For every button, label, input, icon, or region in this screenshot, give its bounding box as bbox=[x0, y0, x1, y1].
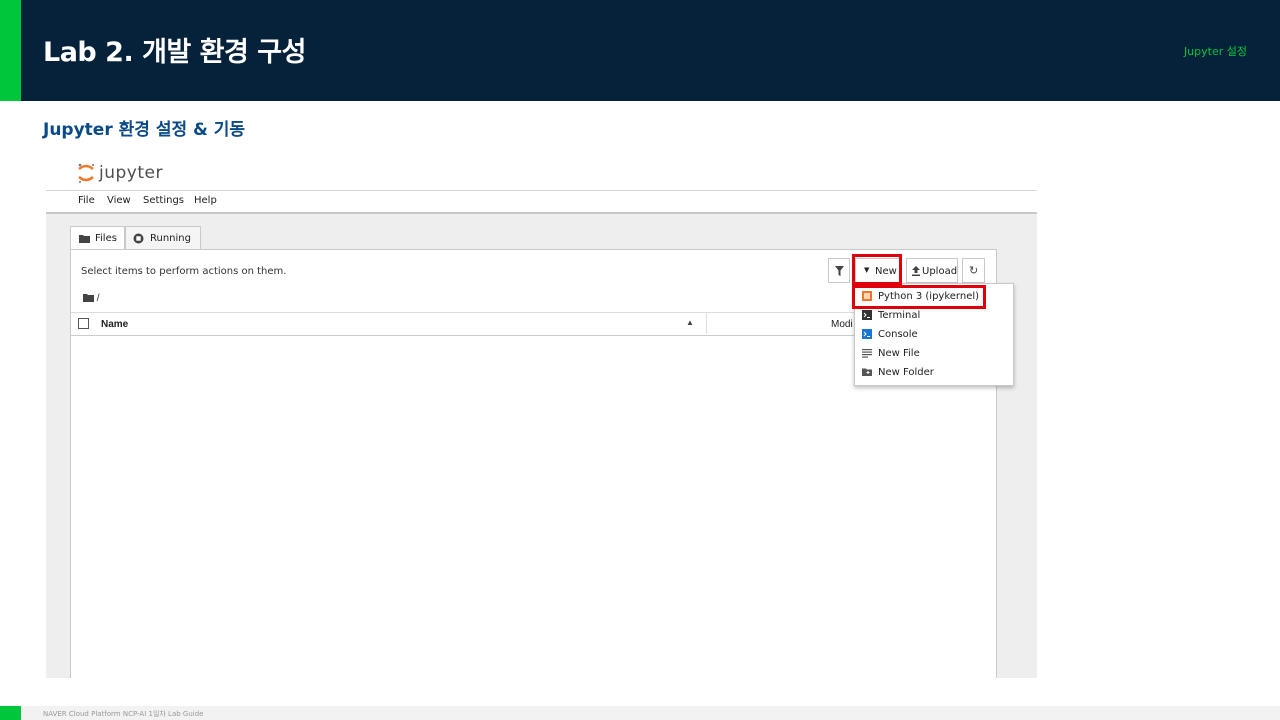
new-folder-icon bbox=[862, 368, 872, 376]
jupyter-topbar: jupyter bbox=[46, 155, 1037, 191]
menu-item-console-label: Console bbox=[878, 329, 918, 340]
jupyter-logo-text: jupyter bbox=[99, 163, 163, 183]
slide-tag: Jupyter 설정 bbox=[1183, 45, 1247, 58]
menu-item-terminal-label: Terminal bbox=[878, 310, 921, 321]
menu-item-new-file-label: New File bbox=[878, 348, 920, 359]
section-title: Jupyter 환경 설정 & 기동 bbox=[43, 120, 246, 140]
footer-text: NAVER Cloud Platform NCP-AI 1일차 Lab Guid… bbox=[43, 710, 204, 718]
tab-running[interactable]: Running bbox=[125, 226, 201, 249]
upload-icon bbox=[912, 266, 920, 276]
select-message: Select items to perform actions on them. bbox=[81, 266, 287, 277]
filter-button[interactable] bbox=[828, 258, 850, 283]
tab-running-label: Running bbox=[150, 233, 191, 244]
menu-settings[interactable]: Settings bbox=[143, 195, 184, 206]
filter-icon bbox=[835, 266, 844, 276]
refresh-icon: ↻ bbox=[969, 264, 979, 277]
refresh-button[interactable]: ↻ bbox=[962, 258, 985, 283]
menu-view[interactable]: View bbox=[107, 195, 131, 206]
text-file-icon bbox=[862, 349, 872, 358]
select-all-checkbox[interactable] bbox=[78, 318, 89, 329]
column-modified[interactable]: Modi bbox=[831, 319, 853, 330]
menu-item-terminal[interactable]: Terminal bbox=[855, 307, 1013, 325]
highlight-python3-item bbox=[852, 285, 986, 309]
menu-file[interactable]: File bbox=[78, 195, 95, 206]
menu-item-new-folder-label: New Folder bbox=[878, 367, 934, 378]
sort-ascending-icon: ▲ bbox=[686, 318, 694, 327]
slide-title: Lab 2. 개발 환경 구성 bbox=[43, 37, 306, 68]
upload-button[interactable]: Upload bbox=[906, 258, 958, 283]
breadcrumb: / bbox=[83, 293, 100, 304]
column-divider bbox=[706, 313, 707, 334]
home-folder-icon[interactable] bbox=[83, 293, 94, 302]
folder-icon bbox=[79, 235, 90, 243]
header-accent-bar bbox=[0, 0, 21, 101]
jupyter-logo-icon bbox=[78, 163, 94, 183]
column-name[interactable]: Name bbox=[101, 319, 128, 330]
upload-button-label: Upload bbox=[922, 266, 958, 277]
tab-files-label: Files bbox=[95, 233, 117, 244]
menu-item-console[interactable]: Console bbox=[855, 326, 1013, 344]
stop-circle-icon bbox=[133, 233, 144, 244]
jupyter-menubar: File View Settings Help bbox=[46, 191, 1037, 214]
console-icon bbox=[862, 329, 872, 339]
footer-accent-bar bbox=[0, 706, 21, 720]
highlight-new-button bbox=[852, 254, 902, 285]
menu-help[interactable]: Help bbox=[194, 195, 217, 206]
menu-item-new-folder[interactable]: New Folder bbox=[855, 364, 1013, 382]
jupyter-screenshot: jupyter File View Settings Help Files Ru… bbox=[46, 155, 1037, 678]
breadcrumb-path[interactable]: / bbox=[97, 293, 100, 304]
tab-files[interactable]: Files bbox=[70, 226, 125, 250]
menu-item-new-file[interactable]: New File bbox=[855, 345, 1013, 363]
terminal-icon bbox=[862, 310, 872, 320]
